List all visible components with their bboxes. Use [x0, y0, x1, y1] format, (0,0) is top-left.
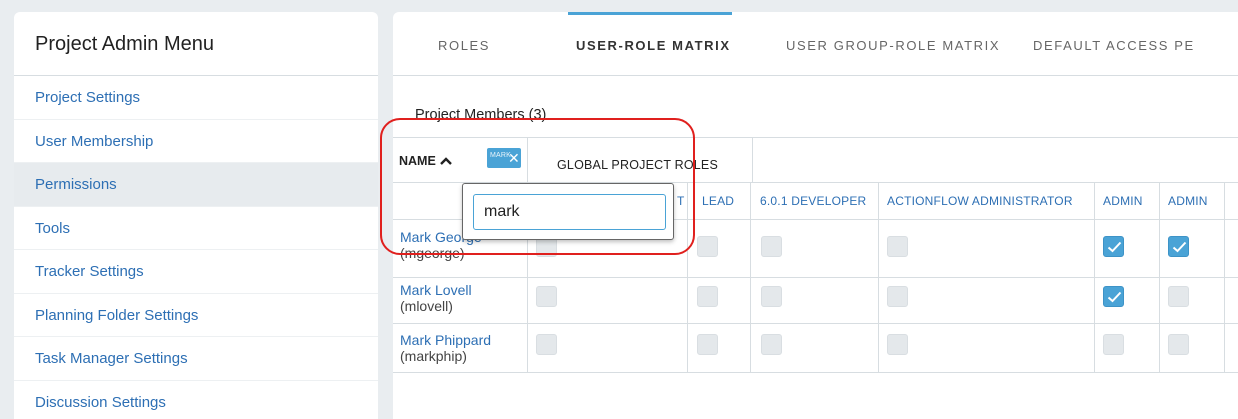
tab-user-role-matrix[interactable]: USER-ROLE MATRIX: [576, 38, 731, 53]
sidebar-item-user-membership[interactable]: User Membership: [14, 120, 378, 163]
active-tab-indicator: [568, 12, 732, 15]
name-column-header[interactable]: NAME: [399, 154, 452, 168]
name-header-label: NAME: [399, 154, 436, 168]
sidebar-item-planning-folder-settings[interactable]: Planning Folder Settings: [14, 294, 378, 337]
column-header-developer[interactable]: 6.0.1 DEVELOPER: [760, 194, 866, 208]
role-checkbox[interactable]: [1103, 286, 1124, 307]
checkmark-icon: [1107, 291, 1122, 303]
member-username: (markphip): [400, 348, 467, 364]
global-project-roles-header: GLOBAL PROJECT ROLES: [557, 158, 718, 172]
role-checkbox[interactable]: [761, 286, 782, 307]
role-checkbox[interactable]: [761, 334, 782, 355]
sidebar-item-tools[interactable]: Tools: [14, 207, 378, 250]
sidebar-item-tracker-settings[interactable]: Tracker Settings: [14, 250, 378, 294]
role-checkbox[interactable]: [697, 334, 718, 355]
tab-default-access[interactable]: DEFAULT ACCESS PE: [1033, 38, 1195, 53]
role-checkbox[interactable]: [697, 286, 718, 307]
sidebar-item-permissions[interactable]: Permissions: [14, 163, 378, 207]
role-checkbox[interactable]: [536, 334, 557, 355]
members-title: Project Members (3): [415, 107, 547, 123]
role-checkbox[interactable]: [1168, 334, 1189, 355]
role-checkbox[interactable]: [887, 334, 908, 355]
member-username: (mgeorge): [400, 245, 465, 261]
member-username: (mlovell): [400, 298, 453, 314]
name-search-popup: [462, 183, 674, 240]
member-name-link[interactable]: Mark Phippard: [400, 332, 491, 348]
role-checkbox[interactable]: [761, 236, 782, 257]
role-checkbox[interactable]: [1103, 236, 1124, 257]
sidebar-item-project-settings[interactable]: Project Settings: [14, 76, 378, 120]
app: Project Admin Menu Project Settings User…: [0, 0, 1238, 419]
role-checkbox[interactable]: [536, 286, 557, 307]
checkmark-icon: [1107, 241, 1122, 253]
column-header-admin-2[interactable]: ADMIN: [1168, 194, 1208, 208]
member-name-link[interactable]: Mark Lovell: [400, 282, 472, 298]
role-checkbox[interactable]: [887, 286, 908, 307]
column-header-lead[interactable]: LEAD: [702, 194, 734, 208]
tab-bar: ROLES USER-ROLE MATRIX USER GROUP-ROLE M…: [393, 12, 1238, 76]
name-search-input[interactable]: [473, 194, 666, 230]
name-filter-chip[interactable]: MARK ✕: [487, 148, 521, 168]
column-header-actionflow-administrator[interactable]: ACTIONFLOW ADMINISTRATOR: [887, 194, 1073, 208]
close-icon[interactable]: ✕: [508, 150, 520, 166]
role-checkbox[interactable]: [697, 236, 718, 257]
sidebar: Project Admin Menu Project Settings User…: [14, 12, 378, 419]
tab-roles[interactable]: ROLES: [438, 38, 490, 53]
column-header-admin-1[interactable]: ADMIN: [1103, 194, 1143, 208]
sidebar-title: Project Admin Menu: [14, 12, 378, 76]
tab-user-group-role-matrix[interactable]: USER GROUP-ROLE MATRIX: [786, 38, 1000, 53]
role-checkbox[interactable]: [1168, 286, 1189, 307]
role-checkbox[interactable]: [1168, 236, 1189, 257]
column-header-partial[interactable]: T: [677, 194, 685, 208]
sort-ascending-icon: [439, 157, 452, 165]
sidebar-item-task-manager-settings[interactable]: Task Manager Settings: [14, 337, 378, 381]
role-checkbox[interactable]: [1103, 334, 1124, 355]
role-checkbox[interactable]: [887, 236, 908, 257]
sidebar-item-discussion-settings[interactable]: Discussion Settings: [14, 381, 378, 419]
checkmark-icon: [1172, 241, 1187, 253]
